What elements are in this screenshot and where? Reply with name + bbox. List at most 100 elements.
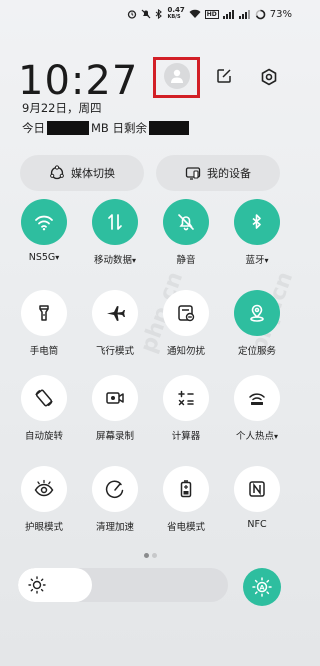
tile-label-text: 手电筒 xyxy=(29,346,59,357)
tile-label-text: 通知勿扰 xyxy=(166,346,205,357)
my-devices-button[interactable]: 我的设备 xyxy=(156,155,280,191)
tile-label: 手电筒 xyxy=(9,343,79,357)
svg-text:A: A xyxy=(259,584,264,592)
tile-label: 清理加速 xyxy=(80,519,150,533)
signal-icon-2 xyxy=(238,10,250,19)
wifi-status-icon xyxy=(189,9,201,18)
tile-label: 移动数据▾ xyxy=(80,252,150,266)
screen-record-icon xyxy=(104,387,126,409)
highlight-box xyxy=(153,57,200,98)
media-switch-label: 媒体切换 xyxy=(71,167,115,180)
calculator-icon xyxy=(175,387,197,409)
page-dot-active[interactable] xyxy=(144,553,149,558)
page-dot[interactable] xyxy=(152,553,157,558)
tile-clean[interactable] xyxy=(92,466,138,512)
tile-label-text: 护眼模式 xyxy=(24,522,63,533)
tile-screen-record[interactable] xyxy=(92,375,138,421)
data-usage-mid: MB 日剩余 xyxy=(91,121,147,135)
edit-icon xyxy=(217,69,231,83)
tile-flashlight[interactable] xyxy=(21,290,67,336)
media-switch-button[interactable]: 媒体切换 xyxy=(20,155,144,191)
tile-nfc[interactable] xyxy=(234,466,280,512)
location-icon xyxy=(246,302,268,324)
tile-label-text: NS5G xyxy=(28,252,56,263)
mute-icon xyxy=(142,9,151,19)
wifi-icon xyxy=(33,211,55,233)
tile-label: 省电模式 xyxy=(151,519,221,533)
tile-label-text: 省电模式 xyxy=(166,522,205,533)
tile-label: 护眼模式 xyxy=(9,519,79,533)
tile-label: 飞行模式 xyxy=(80,343,150,357)
media-switch-icon xyxy=(50,165,64,180)
devices-icon xyxy=(185,167,201,180)
tile-rotate[interactable] xyxy=(21,375,67,421)
tile-label-text: 计算器 xyxy=(171,431,201,442)
bluetooth-status-icon xyxy=(156,9,163,19)
brightness-icon xyxy=(28,576,46,594)
airplane-icon xyxy=(104,302,126,324)
clock-time[interactable]: 10:27 xyxy=(18,58,138,104)
tile-label: 自动旋转 xyxy=(9,428,79,442)
battery-percent: 73% xyxy=(269,8,292,20)
data-usage-prefix: 今日 xyxy=(22,121,45,135)
bluetooth-icon xyxy=(246,211,268,233)
hd-badge: HD xyxy=(204,9,219,19)
tile-bluetooth[interactable] xyxy=(234,199,280,245)
redacted-value xyxy=(47,121,89,135)
tile-label: 通知勿扰 xyxy=(151,343,221,357)
tile-mute-bell[interactable] xyxy=(163,199,209,245)
auto-brightness-icon: A xyxy=(252,577,272,597)
tile-mobile-data[interactable] xyxy=(92,199,138,245)
status-bar: 0.47 KB/S HD 73% xyxy=(127,6,292,22)
signal-icon xyxy=(222,10,234,19)
battery-ring-icon xyxy=(255,9,266,19)
tile-label: 蓝牙▾ xyxy=(222,252,292,266)
dnd-icon xyxy=(175,302,197,324)
tile-label-text: 屏幕录制 xyxy=(95,431,134,442)
dropdown-caret-icon[interactable]: ▾ xyxy=(132,256,136,265)
tile-calculator[interactable] xyxy=(163,375,209,421)
gear-icon xyxy=(261,68,277,86)
tile-label-text: NFC xyxy=(247,519,267,530)
my-devices-label: 我的设备 xyxy=(207,167,251,180)
battery-saver-icon xyxy=(175,478,197,500)
alarm-icon xyxy=(128,10,137,19)
flashlight-icon xyxy=(33,302,55,324)
mobile-data-icon xyxy=(104,211,126,233)
settings-button[interactable] xyxy=(258,66,280,88)
tile-label-text: 自动旋转 xyxy=(24,431,63,442)
tile-label-text: 清理加速 xyxy=(95,522,134,533)
date-label[interactable]: 9月22日，周四 xyxy=(22,100,101,116)
tile-label: 屏幕录制 xyxy=(80,428,150,442)
tile-label: 个人热点▾ xyxy=(222,428,292,442)
tile-label-text: 静音 xyxy=(176,255,196,266)
tile-location[interactable] xyxy=(234,290,280,336)
redacted-value xyxy=(148,121,189,135)
tile-hotspot[interactable] xyxy=(234,375,280,421)
edit-tiles-button[interactable] xyxy=(214,66,234,86)
tile-label: 定位服务 xyxy=(222,343,292,357)
dropdown-caret-icon[interactable]: ▾ xyxy=(55,253,59,262)
tile-battery-saver[interactable] xyxy=(163,466,209,512)
tile-airplane[interactable] xyxy=(92,290,138,336)
tile-label: 静音 xyxy=(151,252,221,266)
tile-label-text: 飞行模式 xyxy=(95,346,134,357)
tile-eye[interactable] xyxy=(21,466,67,512)
tile-wifi[interactable] xyxy=(21,199,67,245)
brightness-slider[interactable] xyxy=(18,568,228,602)
tile-dnd[interactable] xyxy=(163,290,209,336)
mute-bell-icon xyxy=(175,211,197,233)
data-usage-line: 今日 MB 日剩余 xyxy=(22,120,189,136)
nfc-icon xyxy=(246,478,268,500)
tile-label-text: 个人热点 xyxy=(235,431,274,442)
dropdown-caret-icon[interactable]: ▾ xyxy=(265,256,269,265)
eye-icon xyxy=(33,478,55,500)
rotate-icon xyxy=(33,387,55,409)
net-speed: 0.47 KB/S xyxy=(167,6,185,21)
dropdown-caret-icon[interactable]: ▾ xyxy=(274,432,278,441)
hotspot-icon xyxy=(246,387,268,409)
tile-label: NS5G▾ xyxy=(9,252,79,263)
auto-brightness-button[interactable]: A xyxy=(243,568,281,606)
clean-icon xyxy=(104,478,126,500)
tile-label-text: 蓝牙 xyxy=(245,255,265,266)
